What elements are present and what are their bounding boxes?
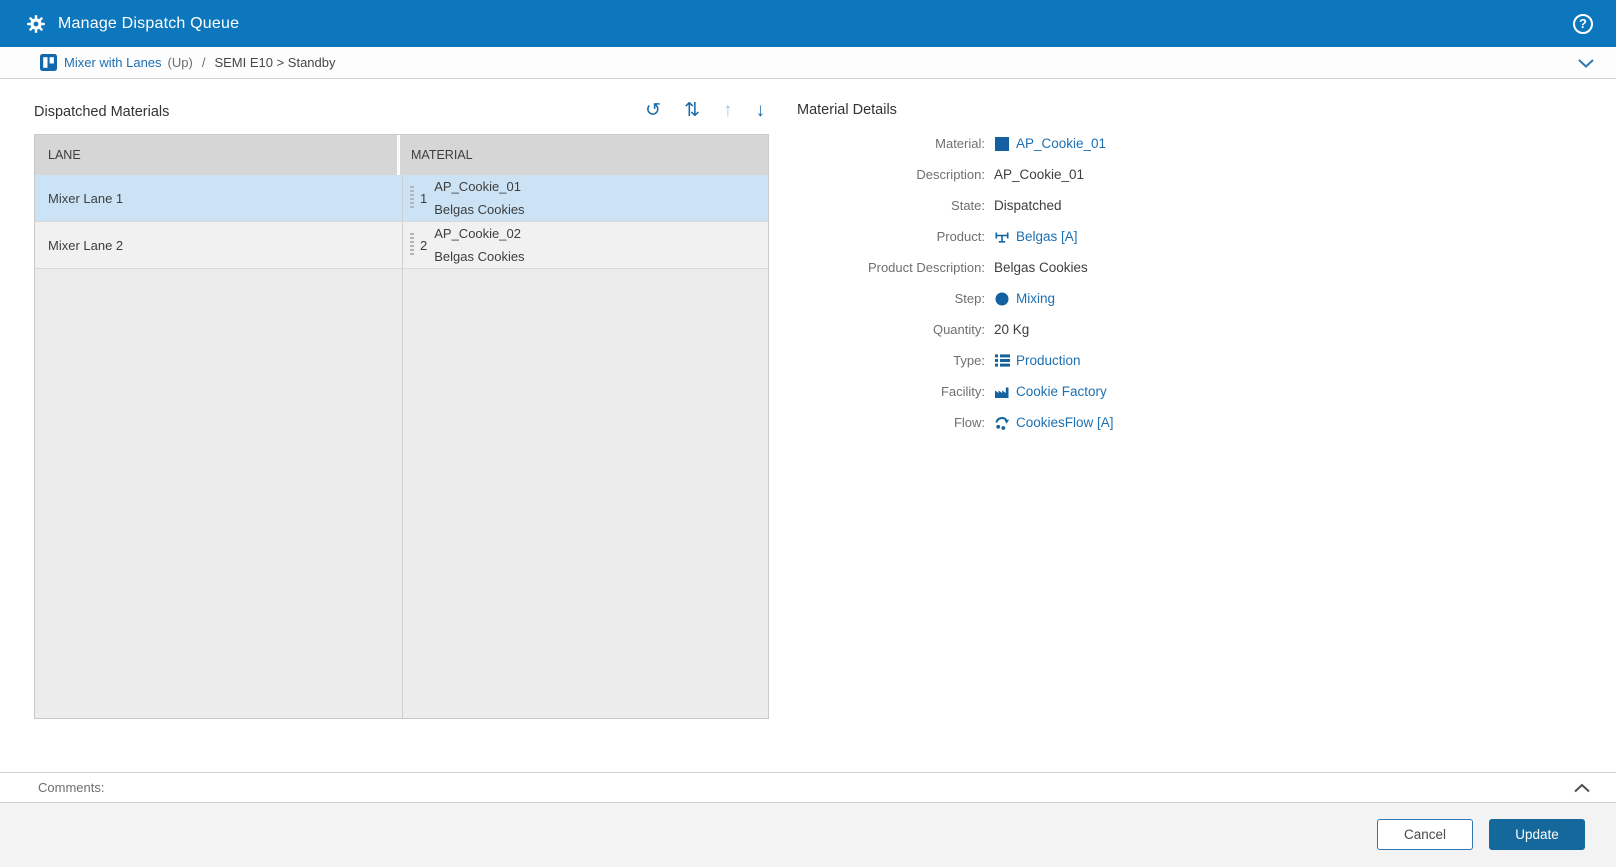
product-link[interactable]: Belgas [A] bbox=[994, 229, 1078, 245]
update-button[interactable]: Update bbox=[1489, 819, 1585, 850]
breadcrumb-separator: / bbox=[202, 55, 206, 70]
field-label: Step: bbox=[797, 291, 985, 306]
material-description: Belgas Cookies bbox=[434, 245, 524, 268]
material-details-panel: Material Details Material: AP_Cookie_01 … bbox=[797, 100, 1616, 772]
breadcrumb-operation-label: Mixer with Lanes bbox=[64, 55, 162, 70]
title-bar: Manage Dispatch Queue ? bbox=[0, 0, 1616, 47]
dispatch-table: LANE MATERIAL Mixer Lane 1 1 AP_Cookie_0… bbox=[34, 134, 769, 719]
breadcrumb-operation-link[interactable]: Mixer with Lanes bbox=[40, 54, 162, 71]
product-description-value: Belgas Cookies bbox=[994, 260, 1088, 275]
footer-actions: Cancel Update bbox=[0, 803, 1616, 867]
step-link[interactable]: Mixing bbox=[994, 291, 1055, 307]
field-label: Flow: bbox=[797, 415, 985, 430]
queue-position: 2 bbox=[420, 238, 427, 253]
step-icon bbox=[994, 291, 1010, 307]
material-cell: 1 AP_Cookie_01 Belgas Cookies bbox=[403, 175, 768, 221]
description-value: AP_Cookie_01 bbox=[994, 167, 1084, 182]
drag-handle-icon[interactable] bbox=[410, 233, 414, 257]
dispatched-materials-panel: Dispatched Materials ↺ ⇅ ↑ ↓ LANE MATERI… bbox=[34, 100, 769, 772]
material-icon bbox=[994, 136, 1010, 152]
reorder-icon[interactable]: ⇅ bbox=[684, 100, 700, 122]
product-icon bbox=[994, 229, 1010, 245]
material-name: AP_Cookie_02 bbox=[434, 222, 524, 245]
type-link[interactable]: Production bbox=[994, 353, 1081, 369]
chevron-up-icon[interactable] bbox=[1574, 783, 1590, 793]
lane-cell: Mixer Lane 1 bbox=[35, 175, 403, 221]
material-cell: 2 AP_Cookie_02 Belgas Cookies bbox=[403, 222, 768, 268]
operation-icon bbox=[40, 54, 57, 71]
breadcrumb: Mixer with Lanes (Up) / SEMI E10 > Stand… bbox=[0, 47, 1616, 79]
field-label: Product Description: bbox=[797, 260, 985, 275]
dispatched-materials-title: Dispatched Materials bbox=[34, 100, 169, 120]
field-label: State: bbox=[797, 198, 985, 213]
breadcrumb-up-label: (Up) bbox=[168, 55, 193, 70]
main-content: Dispatched Materials ↺ ⇅ ↑ ↓ LANE MATERI… bbox=[0, 79, 1616, 772]
factory-icon bbox=[994, 384, 1010, 400]
field-label: Material: bbox=[797, 136, 985, 151]
production-type-icon bbox=[994, 353, 1010, 369]
material-details-title: Material Details bbox=[797, 102, 1616, 118]
table-row[interactable]: Mixer Lane 2 2 AP_Cookie_02 Belgas Cooki… bbox=[35, 222, 768, 269]
comments-expander[interactable]: Comments: bbox=[0, 772, 1616, 803]
field-label: Type: bbox=[797, 353, 985, 368]
field-label: Description: bbox=[797, 167, 985, 182]
queue-position: 1 bbox=[420, 191, 427, 206]
lane-cell: Mixer Lane 2 bbox=[35, 222, 403, 268]
page-title: Manage Dispatch Queue bbox=[58, 15, 239, 33]
field-label: Quantity: bbox=[797, 322, 985, 337]
chevron-down-icon[interactable] bbox=[1578, 58, 1594, 68]
field-label: Facility: bbox=[797, 384, 985, 399]
state-value: Dispatched bbox=[994, 198, 1062, 213]
table-header: LANE MATERIAL bbox=[35, 135, 768, 175]
refresh-icon[interactable]: ↺ bbox=[645, 100, 661, 122]
material-link[interactable]: AP_Cookie_01 bbox=[994, 136, 1106, 152]
move-down-icon[interactable]: ↓ bbox=[756, 100, 766, 122]
list-toolbar: ↺ ⇅ ↑ ↓ bbox=[645, 100, 769, 122]
move-up-icon[interactable]: ↑ bbox=[723, 100, 733, 122]
quantity-value: 20 Kg bbox=[994, 322, 1029, 337]
table-empty-area bbox=[35, 269, 768, 718]
table-row[interactable]: Mixer Lane 1 1 AP_Cookie_01 Belgas Cooki… bbox=[35, 175, 768, 222]
help-icon[interactable]: ? bbox=[1573, 14, 1593, 34]
manage-gear-icon bbox=[25, 13, 47, 35]
comments-label: Comments: bbox=[38, 780, 104, 795]
flow-link[interactable]: CookiesFlow [A] bbox=[994, 415, 1114, 431]
material-name: AP_Cookie_01 bbox=[434, 175, 524, 198]
drag-handle-icon[interactable] bbox=[410, 186, 414, 210]
cancel-button[interactable]: Cancel bbox=[1377, 819, 1473, 850]
flow-icon bbox=[994, 415, 1010, 431]
field-label: Product: bbox=[797, 229, 985, 244]
facility-link[interactable]: Cookie Factory bbox=[994, 384, 1107, 400]
breadcrumb-status: SEMI E10 > Standby bbox=[214, 55, 335, 70]
column-header-material: MATERIAL bbox=[400, 135, 768, 175]
material-description: Belgas Cookies bbox=[434, 198, 524, 221]
column-header-lane: LANE bbox=[35, 135, 400, 175]
